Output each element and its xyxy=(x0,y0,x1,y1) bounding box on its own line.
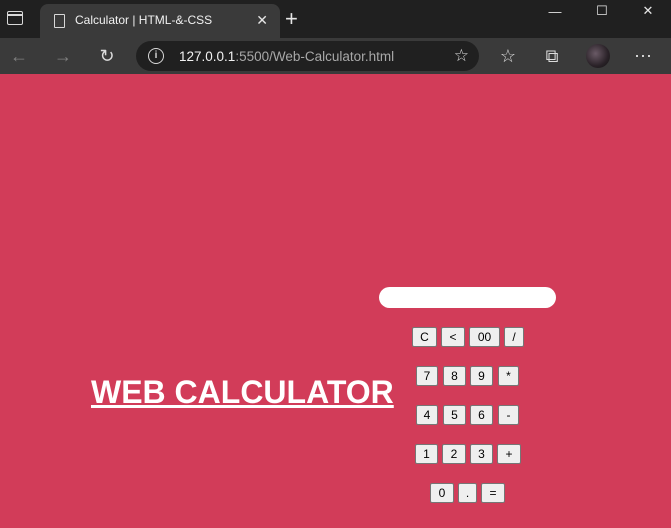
active-tab[interactable]: Calculator | HTML-&-CSS ✕ xyxy=(40,4,280,38)
equals-button[interactable]: = xyxy=(481,483,505,503)
digit-2-button[interactable]: 2 xyxy=(442,444,466,464)
address-bar[interactable]: i 127.0.0.1:5500/Web-Calculator.html ☆ xyxy=(136,41,479,71)
back-icon[interactable]: ← xyxy=(6,43,32,69)
tab-bar: Calculator | HTML-&-CSS ✕ + — ☐ ✕ xyxy=(0,0,671,38)
page-title: WEB CALCULATOR xyxy=(91,374,394,410)
tab-actions-icon[interactable] xyxy=(7,11,23,25)
maximize-button[interactable]: ☐ xyxy=(579,0,625,22)
profile-avatar[interactable] xyxy=(586,44,610,68)
favorites-icon[interactable]: ☆ xyxy=(495,43,521,69)
more-icon[interactable]: ⋯ xyxy=(630,43,656,69)
forward-icon[interactable]: → xyxy=(50,43,76,69)
digit-7-button[interactable]: 7 xyxy=(416,366,438,386)
divide-button[interactable]: / xyxy=(504,327,524,347)
page-document-icon xyxy=(54,14,65,28)
digit-6-button[interactable]: 6 xyxy=(470,405,493,425)
digit-8-button[interactable]: 8 xyxy=(443,366,466,386)
calculator-display[interactable] xyxy=(379,287,556,308)
tab-close-icon[interactable]: ✕ xyxy=(256,11,268,29)
refresh-icon[interactable]: ↻ xyxy=(94,43,120,69)
multiply-button[interactable]: * xyxy=(498,366,519,386)
collections-icon[interactable]: ⧉ xyxy=(539,43,565,69)
tab-title: Calculator | HTML-&-CSS xyxy=(75,13,213,27)
digit-4-button[interactable]: 4 xyxy=(416,405,438,425)
double-zero-button[interactable]: 00 xyxy=(469,327,500,347)
digit-1-button[interactable]: 1 xyxy=(415,444,438,464)
close-window-button[interactable]: ✕ xyxy=(625,0,671,22)
add-button[interactable]: + xyxy=(497,444,521,464)
digit-9-button[interactable]: 9 xyxy=(470,366,493,386)
add-favorite-icon[interactable]: ☆ xyxy=(454,46,469,66)
url-host: 127.0.0.1 xyxy=(179,49,236,64)
backspace-button[interactable]: < xyxy=(441,327,465,347)
url-path: :5500/Web-Calculator.html xyxy=(235,49,395,64)
site-info-icon[interactable]: i xyxy=(148,48,164,64)
digit-3-button[interactable]: 3 xyxy=(470,444,493,464)
browser-toolbar: ← → ↻ i 127.0.0.1:5500/Web-Calculator.ht… xyxy=(0,38,671,74)
new-tab-button[interactable]: + xyxy=(285,8,298,30)
clear-button[interactable]: C xyxy=(412,327,437,347)
decimal-button[interactable]: . xyxy=(458,483,477,503)
address-url[interactable]: 127.0.0.1:5500/Web-Calculator.html xyxy=(179,49,394,64)
minimize-button[interactable]: — xyxy=(532,0,578,22)
digit-0-button[interactable]: 0 xyxy=(430,483,454,503)
digit-5-button[interactable]: 5 xyxy=(443,405,466,425)
subtract-button[interactable]: - xyxy=(498,405,519,425)
